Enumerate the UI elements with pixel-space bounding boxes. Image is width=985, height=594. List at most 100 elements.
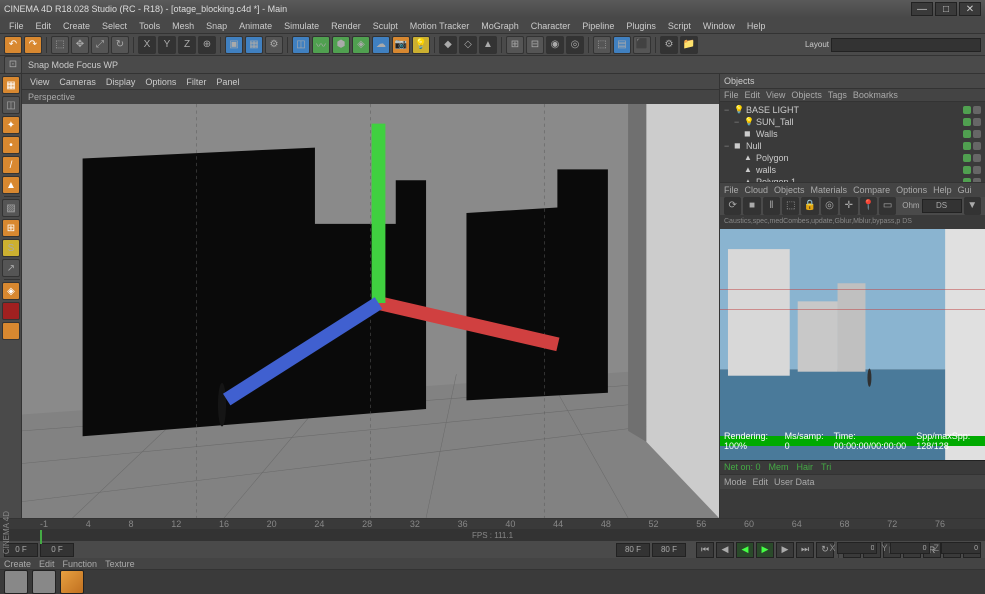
menu-render[interactable]: Render xyxy=(326,20,366,32)
rp-objects[interactable]: Objects xyxy=(774,185,805,195)
rp-help[interactable]: Help xyxy=(933,185,952,195)
viewport-solo[interactable]: ◈ xyxy=(2,282,20,300)
tweak-mode[interactable]: ↗ xyxy=(2,259,20,277)
prev-frame-button[interactable]: ◀ xyxy=(716,542,734,558)
menu-mograph[interactable]: MoGraph xyxy=(476,20,524,32)
attr-tab-edit[interactable]: Edit xyxy=(753,477,769,487)
obj-tab-objects[interactable]: Objects xyxy=(791,90,822,100)
goto-end-button[interactable]: ⏭ xyxy=(796,542,814,558)
visibility-dot[interactable] xyxy=(963,130,971,138)
play-backward-button[interactable]: ◀ xyxy=(736,542,754,558)
move-tool[interactable]: ✥ xyxy=(71,36,89,54)
render-dot[interactable] xyxy=(973,142,981,150)
tree-item-2[interactable]: ◼Walls xyxy=(724,128,981,140)
rp-file[interactable]: File xyxy=(724,185,739,195)
goto-start-button[interactable]: ⏮ xyxy=(696,542,714,558)
obj-tab-tags[interactable]: Tags xyxy=(828,90,847,100)
vp-menu-panel[interactable]: Panel xyxy=(212,76,243,88)
material-manager[interactable] xyxy=(0,569,985,594)
material-swatch-2[interactable] xyxy=(32,570,56,594)
light-tool[interactable]: 💡 xyxy=(412,36,430,54)
tree-item-0[interactable]: −💡BASE LIGHT xyxy=(724,104,981,116)
rp-marker[interactable]: 📍 xyxy=(860,197,877,215)
menu-sculpt[interactable]: Sculpt xyxy=(368,20,403,32)
window-close[interactable]: ✕ xyxy=(959,2,981,16)
coord-system[interactable]: ⊕ xyxy=(198,36,216,54)
vp-menu-view[interactable]: View xyxy=(26,76,53,88)
tree-item-1[interactable]: −💡SUN_Tall xyxy=(724,116,981,128)
rp-toggle[interactable]: ⬚ xyxy=(782,197,799,215)
edge-mode[interactable]: / xyxy=(2,156,20,174)
tree-item-5[interactable]: ▲walls xyxy=(724,164,981,176)
render-dot[interactable] xyxy=(973,106,981,114)
render-dot[interactable] xyxy=(973,166,981,174)
playhead[interactable] xyxy=(40,530,42,544)
rp-pause[interactable]: ‖ xyxy=(763,197,780,215)
octane-tool-1[interactable]: ◆ xyxy=(439,36,457,54)
select-tool[interactable]: ⬚ xyxy=(51,36,69,54)
color-red[interactable] xyxy=(2,302,20,320)
snap-toggle[interactable]: S xyxy=(2,239,20,257)
menu-animate[interactable]: Animate xyxy=(234,20,277,32)
deformer-tool[interactable]: ◈ xyxy=(352,36,370,54)
render-settings-button[interactable]: ⚙ xyxy=(265,36,283,54)
spline-tool[interactable]: 〰 xyxy=(312,36,330,54)
vp-menu-options[interactable]: Options xyxy=(141,76,180,88)
lock-x[interactable]: X xyxy=(138,36,156,54)
timeline-track[interactable]: FPS : 111.1 xyxy=(0,530,985,541)
generator-tool[interactable]: ⬢ xyxy=(332,36,350,54)
tool-misc-2[interactable]: ⊟ xyxy=(526,36,544,54)
visibility-dot[interactable] xyxy=(963,142,971,150)
rp-cloud[interactable]: Cloud xyxy=(745,185,769,195)
snap-tool-1[interactable]: ⊡ xyxy=(4,56,22,74)
rp-materials[interactable]: Materials xyxy=(811,185,848,195)
lock-y[interactable]: Y xyxy=(158,36,176,54)
vp-menu-cameras[interactable]: Cameras xyxy=(55,76,100,88)
octane-tool-3[interactable]: ▲ xyxy=(479,36,497,54)
color-orange[interactable] xyxy=(2,322,20,340)
rp-compare[interactable]: Compare xyxy=(853,185,890,195)
tool-misc-4[interactable]: ◎ xyxy=(566,36,584,54)
tool-misc-1[interactable]: ⊞ xyxy=(506,36,524,54)
rp-pick[interactable]: ✛ xyxy=(840,197,857,215)
rp-gui[interactable]: Gui xyxy=(958,185,972,195)
menu-window[interactable]: Window xyxy=(698,20,740,32)
scale-tool[interactable]: ⤢ xyxy=(91,36,109,54)
perspective-viewport[interactable] xyxy=(22,104,719,518)
axis-mode[interactable]: ✦ xyxy=(2,116,20,134)
menu-motiontracker[interactable]: Motion Tracker xyxy=(405,20,475,32)
octane-tool-2[interactable]: ◇ xyxy=(459,36,477,54)
tree-item-4[interactable]: ▲Polygon xyxy=(724,152,981,164)
menu-character[interactable]: Character xyxy=(526,20,576,32)
tree-toggle-icon[interactable]: − xyxy=(724,141,732,151)
obj-tab-edit[interactable]: Edit xyxy=(745,90,761,100)
rp-options[interactable]: Options xyxy=(896,185,927,195)
settings-button[interactable]: ⚙ xyxy=(660,36,678,54)
render-dot[interactable] xyxy=(973,130,981,138)
rp-region[interactable]: ▭ xyxy=(879,197,896,215)
rp-dropdown[interactable]: ▼ xyxy=(964,197,981,215)
primitive-cube[interactable]: ◫ xyxy=(292,36,310,54)
ohm-select[interactable] xyxy=(922,199,962,213)
menu-create[interactable]: Create xyxy=(58,20,95,32)
octane-live-viewer[interactable]: Rendering: 100% Ms/samp: 0 Time: 00:00:0… xyxy=(720,229,985,460)
redo-button[interactable]: ↷ xyxy=(24,36,42,54)
obj-tab-view[interactable]: View xyxy=(766,90,785,100)
rp-focus[interactable]: ◎ xyxy=(821,197,838,215)
environment-tool[interactable]: ☁ xyxy=(372,36,390,54)
polygon-mode[interactable]: ▲ xyxy=(2,176,20,194)
menu-edit[interactable]: Edit xyxy=(31,20,57,32)
menu-snap[interactable]: Snap xyxy=(201,20,232,32)
mat-tab-function[interactable]: Function xyxy=(63,559,98,569)
rp-refresh[interactable]: ⟳ xyxy=(724,197,741,215)
tool-misc-6[interactable]: ▤ xyxy=(613,36,631,54)
content-browser[interactable]: 📁 xyxy=(680,36,698,54)
attr-tab-mode[interactable]: Mode xyxy=(724,477,747,487)
frame-max-input[interactable] xyxy=(652,543,686,557)
visibility-dot[interactable] xyxy=(963,154,971,162)
obj-tab-bookmarks[interactable]: Bookmarks xyxy=(853,90,898,100)
window-minimize[interactable]: — xyxy=(911,2,933,16)
mat-tab-texture[interactable]: Texture xyxy=(105,559,135,569)
obj-tab-file[interactable]: File xyxy=(724,90,739,100)
rp-stop[interactable]: ■ xyxy=(743,197,760,215)
